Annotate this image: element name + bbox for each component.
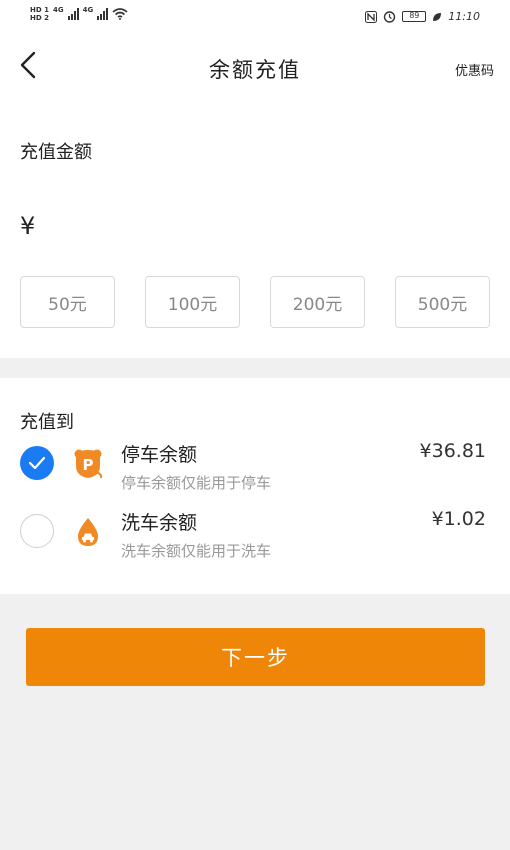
parking-icon: P <box>74 449 103 479</box>
target-section: 充值到 P 停车余额 停车余额仅能用于停车 ¥36.81 洗车余额 洗车余额仅能… <box>0 378 510 594</box>
battery-icon: 89 <box>402 11 427 22</box>
alarm-icon <box>384 11 396 23</box>
clock: 11:10 <box>448 10 480 23</box>
status-bar: HD 1 HD 2 4G 4G 89 11:10 <box>0 0 510 36</box>
target-label: 充值到 <box>20 412 74 433</box>
carwash-radio-unchecked[interactable] <box>20 514 54 548</box>
page-title: 余额充值 <box>209 58 301 82</box>
next-step-button[interactable]: 下一步 <box>26 628 485 686</box>
parking-radio-checked[interactable] <box>20 446 54 480</box>
car-wash-icon <box>78 518 98 546</box>
leaf-icon <box>433 12 442 21</box>
nfc-icon <box>365 10 378 23</box>
hd1-label: HD 1 <box>30 6 49 14</box>
option-carwash-balance[interactable]: 洗车余额 洗车余额仅能用于洗车 ¥1.02 <box>0 508 510 568</box>
preset-amounts: 50元 100元 200元 500元 <box>20 276 490 328</box>
option-parking-balance[interactable]: P 停车余额 停车余额仅能用于停车 ¥36.81 <box>0 440 510 500</box>
preset-100-button[interactable]: 100元 <box>145 276 240 328</box>
amount-input[interactable]: ¥ <box>20 204 490 248</box>
svg-text:P: P <box>83 456 94 474</box>
network-type-2: 4G <box>82 6 94 14</box>
status-right: 89 11:10 <box>365 10 480 23</box>
hd2-label: HD 2 <box>30 14 49 22</box>
amount-label: 充值金额 <box>20 142 92 163</box>
preset-200-button[interactable]: 200元 <box>270 276 365 328</box>
preset-500-button[interactable]: 500元 <box>395 276 490 328</box>
signal-icon-2 <box>97 8 109 20</box>
carwash-balance-title: 洗车余额 <box>121 512 198 534</box>
currency-symbol: ¥ <box>20 212 36 240</box>
parking-balance-title: 停车余额 <box>121 444 198 466</box>
wifi-icon <box>112 8 128 20</box>
hd-indicator: HD 1 HD 2 <box>30 6 49 22</box>
parking-balance-amount: ¥36.81 <box>419 440 486 462</box>
signal-icon <box>67 8 79 20</box>
checkmark-icon <box>28 456 46 470</box>
preset-50-button[interactable]: 50元 <box>20 276 115 328</box>
carwash-balance-description: 洗车余额仅能用于洗车 <box>121 542 272 560</box>
coupon-code-link[interactable]: 优惠码 <box>455 60 494 79</box>
parking-balance-description: 停车余额仅能用于停车 <box>121 474 272 492</box>
nav-bar: 余额充值 优惠码 <box>0 36 510 100</box>
status-left: HD 1 HD 2 4G 4G <box>30 6 128 22</box>
carwash-balance-amount: ¥1.02 <box>431 508 486 530</box>
amount-section: 充值金额 ¥ 50元 100元 200元 500元 <box>0 100 510 358</box>
network-type-1: 4G <box>52 6 64 14</box>
